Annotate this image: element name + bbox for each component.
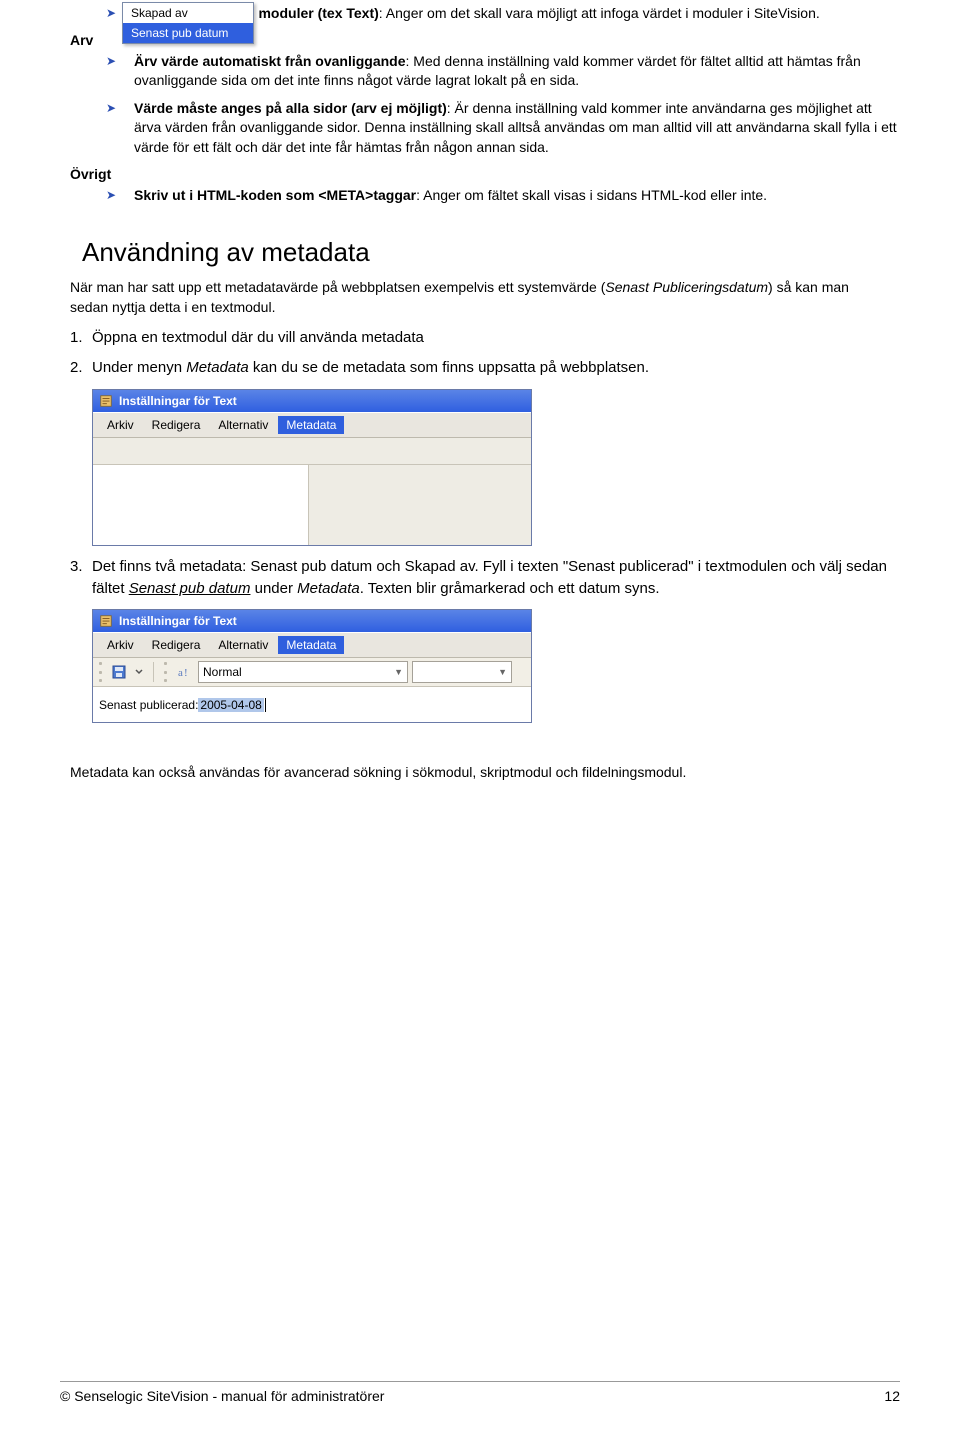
window-title: Inställningar för Text	[119, 394, 237, 408]
bullet-lead: Värde måste anges på alla sidor (arv ej …	[134, 100, 447, 116]
app-icon	[99, 394, 113, 408]
menubar: Arkiv Redigera Alternativ Metadata	[93, 632, 531, 658]
metadata-dropdown: Skapad av Senast pub datum	[122, 2, 254, 44]
svg-text:!: !	[184, 667, 188, 679]
paragraph-icon[interactable]: a!	[174, 662, 194, 682]
editor-pane[interactable]	[93, 465, 309, 545]
toolbar-separator	[153, 662, 154, 682]
bullet-item: Ärv värde automatiskt från ovanliggande:…	[106, 52, 900, 91]
bullet-rest: : Anger om fältet skall visas i sidans H…	[416, 187, 767, 203]
editor-text-selection: 2005-04-08	[198, 698, 263, 712]
font-combo[interactable]: ▼	[412, 661, 512, 683]
bullet-lead: Ärv värde automatiskt från ovanliggande	[134, 53, 406, 69]
bullet-item: Värde måste anges på alla sidor (arv ej …	[106, 99, 900, 158]
dropdown-item-skapad-av[interactable]: Skapad av	[123, 3, 253, 23]
screenshot-text-settings-1: Inställningar för Text Arkiv Redigera Al…	[92, 389, 532, 546]
menu-redigera[interactable]: Redigera	[144, 636, 209, 654]
toolbar-grip-icon	[99, 662, 103, 682]
toolbar: a! Normal ▼ ▼	[93, 658, 531, 687]
menu-alternativ[interactable]: Alternativ	[210, 636, 276, 654]
window-titlebar: Inställningar för Text	[93, 390, 531, 412]
menubar: Arkiv Redigera Alternativ Metadata	[93, 412, 531, 438]
toolbar-grip-icon	[164, 662, 168, 682]
editor-text-prefix: Senast publicerad:	[99, 698, 198, 712]
menu-metadata[interactable]: Metadata	[278, 636, 344, 654]
style-combo-value: Normal	[203, 665, 242, 679]
style-combo[interactable]: Normal ▼	[198, 661, 408, 683]
menu-redigera[interactable]: Redigera	[144, 416, 209, 434]
footer-left: © Senselogic SiteVision - manual för adm…	[60, 1388, 384, 1404]
toolbar-blank	[93, 438, 531, 465]
closing-paragraph: Metadata kan också användas för avancera…	[70, 763, 890, 783]
window-titlebar: Inställningar för Text	[93, 610, 531, 632]
ordered-item-1: 1. Öppna en textmodul där du vill använd…	[70, 327, 890, 349]
bullet-rest: : Anger om det skall vara möjligt att in…	[379, 5, 820, 21]
screenshot-text-settings-2: Inställningar för Text Arkiv Redigera Al…	[92, 609, 532, 723]
app-icon	[99, 614, 113, 628]
heading-usage: Användning av metadata	[82, 237, 900, 268]
ordered-item-3: 3. Det finns två metadata: Senast pub da…	[70, 556, 890, 600]
menu-arkiv[interactable]: Arkiv	[99, 416, 142, 434]
section-label-ovrigt: Övrigt	[70, 166, 900, 182]
side-pane	[309, 465, 531, 545]
menu-alternativ[interactable]: Alternativ	[210, 416, 276, 434]
chevron-down-icon: ▼	[498, 667, 507, 677]
bullet-item: Skriv ut i HTML-koden som <META>taggar: …	[106, 186, 900, 206]
menu-arkiv[interactable]: Arkiv	[99, 636, 142, 654]
paragraph: När man har satt upp ett metadatavärde p…	[70, 278, 890, 317]
dropdown-item-senast-pub-datum[interactable]: Senast pub datum	[123, 23, 253, 43]
editor-area[interactable]: Senast publicerad: 2005-04-08	[93, 687, 531, 722]
chevron-down-icon: ▼	[394, 667, 403, 677]
dropdown-arrow-icon[interactable]	[133, 662, 145, 682]
window-title: Inställningar för Text	[119, 614, 237, 628]
page-footer: © Senselogic SiteVision - manual för adm…	[60, 1381, 900, 1404]
ordered-item-2: 2. Under menyn Metadata kan du se de met…	[70, 357, 890, 379]
save-icon[interactable]	[109, 662, 129, 682]
bullet-lead: Skriv ut i HTML-koden som <META>taggar	[134, 187, 416, 203]
menu-metadata[interactable]: Metadata	[278, 416, 344, 434]
svg-text:a: a	[178, 667, 183, 679]
footer-page-number: 12	[884, 1388, 900, 1404]
text-caret	[265, 698, 266, 712]
